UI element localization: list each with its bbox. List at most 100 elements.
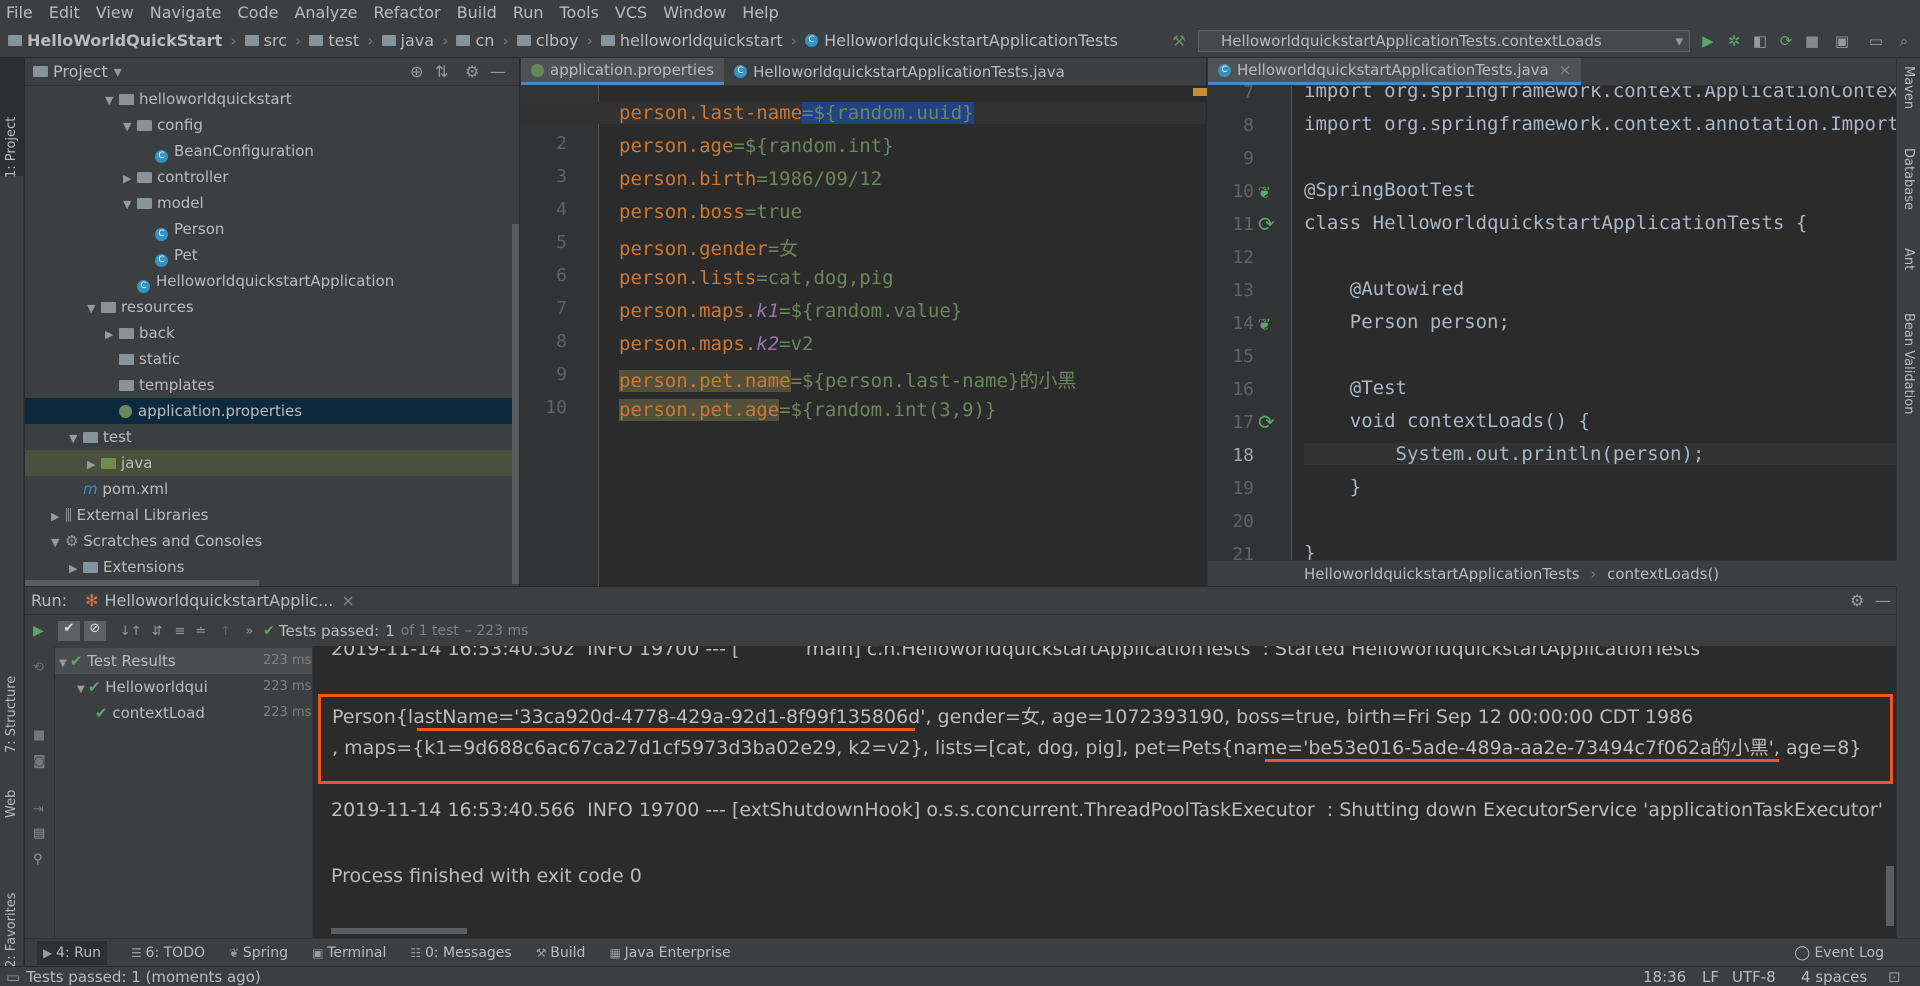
chevron-down-icon[interactable]: ▾ bbox=[114, 62, 122, 81]
collapsed-arrow-icon[interactable]: ▶ bbox=[105, 322, 119, 348]
sort-duration-icon[interactable]: ⇵ bbox=[152, 624, 163, 639]
bean-icon[interactable]: ❦ bbox=[1258, 311, 1270, 335]
tree-item-pom-xml[interactable]: m pom.xml bbox=[25, 476, 519, 502]
tool-maven[interactable]: Maven bbox=[1901, 66, 1916, 109]
collapsed-arrow-icon[interactable]: ▶ bbox=[69, 556, 83, 582]
run-config-selector[interactable]: HelloworldquickstartApplicationTests.con… bbox=[1198, 30, 1690, 52]
tool-ant[interactable]: Ant bbox=[1901, 248, 1916, 270]
bottom-tab-4-run[interactable]: ▶ 4: Run bbox=[37, 940, 107, 965]
menu-file[interactable]: File bbox=[6, 3, 33, 22]
collapse-icon[interactable]: ⇅ bbox=[435, 62, 448, 81]
crumb-method[interactable]: contextLoads() bbox=[1607, 565, 1719, 583]
menu-code[interactable]: Code bbox=[238, 3, 279, 22]
console-hscrollbar[interactable] bbox=[331, 928, 467, 934]
menu-navigate[interactable]: Navigate bbox=[150, 3, 222, 22]
tool-database[interactable]: Database bbox=[1901, 148, 1916, 210]
breadcrumb-item[interactable]: helloworldquickstart bbox=[600, 31, 783, 50]
spring-icon[interactable]: ❦ bbox=[1258, 179, 1270, 203]
tool-project[interactable]: 1: Project bbox=[4, 68, 19, 178]
more-icon[interactable]: » bbox=[245, 624, 253, 639]
tree-item-pet[interactable]: C Pet bbox=[25, 242, 519, 268]
prev-icon[interactable]: ↑ bbox=[220, 624, 231, 639]
line-separator[interactable]: LF bbox=[1702, 968, 1719, 986]
bottom-tab-6-todo[interactable]: ☰ 6: TODO bbox=[131, 945, 205, 961]
tab-application-properties[interactable]: application.properties bbox=[521, 58, 725, 85]
menu-help[interactable]: Help bbox=[742, 3, 778, 22]
breadcrumb-item[interactable]: clboy bbox=[516, 31, 578, 50]
editor1-code[interactable]: person.last-name=${random.uuid} person.ag… bbox=[521, 86, 1206, 586]
run-tab[interactable]: HelloworldquickstartApplic... bbox=[104, 591, 333, 610]
caret-position[interactable]: 18:36 bbox=[1643, 968, 1686, 986]
expanded-arrow-icon[interactable]: ▼ bbox=[51, 530, 65, 556]
tree-item-application-properties[interactable]: application.properties bbox=[25, 398, 519, 424]
menu-build[interactable]: Build bbox=[457, 3, 497, 22]
tab-tests-java-active[interactable]: C HelloworldquickstartApplicationTests.j… bbox=[1208, 56, 1582, 85]
crumb-class[interactable]: HelloworldquickstartApplicationTests bbox=[1304, 565, 1580, 583]
bottom-tab-0-messages[interactable]: ☷ 0: Messages bbox=[410, 945, 511, 961]
tree-item-static[interactable]: static bbox=[25, 346, 519, 372]
show-passed-icon[interactable]: ✔ bbox=[57, 621, 80, 641]
tree-item-person[interactable]: C Person bbox=[25, 216, 519, 242]
hide-icon[interactable]: — bbox=[1875, 591, 1891, 610]
search-everywhere-icon[interactable]: ⌕ bbox=[1896, 33, 1912, 49]
tree-item-extensions[interactable]: ▶ Extensions bbox=[25, 554, 519, 580]
console-output[interactable]: 2019-11-14 16:53:40.302 INFO 19700 --- [… bbox=[313, 646, 1896, 938]
run-test-icon[interactable]: ⟳ bbox=[1258, 212, 1275, 236]
bottom-tab-spring[interactable]: ❦ Spring bbox=[229, 945, 288, 961]
bottom-tab-build[interactable]: ⚒ Build bbox=[536, 945, 586, 961]
stop-icon[interactable]: ■ bbox=[33, 728, 45, 743]
breadcrumb-item[interactable]: src bbox=[244, 31, 287, 50]
expand-all-icon[interactable]: ≡ bbox=[174, 624, 185, 639]
tool-bean-validation[interactable]: Bean Validation bbox=[1901, 313, 1916, 414]
breadcrumb-item[interactable]: C HelloworldquickstartApplicationTests bbox=[805, 31, 1118, 50]
rerun-icon[interactable]: ▶ bbox=[33, 623, 44, 639]
tab-tests-java[interactable]: C HelloworldquickstartApplicationTests.j… bbox=[724, 58, 1075, 85]
layout-icon[interactable]: ▭ bbox=[1868, 33, 1884, 49]
test-tree-item[interactable]: ✔ contextLoad 223 ms bbox=[55, 700, 312, 726]
editor2-code[interactable]: import org.springframework.context.Appli… bbox=[1304, 86, 1896, 560]
event-log[interactable]: ◯ Event Log bbox=[1794, 945, 1884, 961]
tool-structure[interactable]: 7: Structure bbox=[4, 613, 19, 753]
collapsed-arrow-icon[interactable]: ▶ bbox=[51, 504, 65, 530]
breadcrumb-item[interactable]: java bbox=[381, 31, 434, 50]
menu-edit[interactable]: Edit bbox=[49, 3, 80, 22]
tree-item-external-libraries[interactable]: ▶ ⫼ External Libraries bbox=[25, 502, 519, 528]
tree-item-model[interactable]: ▼ model bbox=[25, 190, 519, 216]
file-encoding[interactable]: UTF-8 bbox=[1732, 968, 1776, 986]
layout-icon[interactable]: ▤ bbox=[33, 826, 45, 841]
menu-tools[interactable]: Tools bbox=[560, 3, 599, 22]
gear-icon[interactable]: ⚙ bbox=[465, 62, 479, 81]
tree-item-scratches-and-consoles[interactable]: ▼ ⚙ Scratches and Consoles bbox=[25, 528, 519, 554]
close-icon[interactable]: × bbox=[1559, 56, 1572, 84]
project-title[interactable]: Project bbox=[53, 62, 108, 81]
expanded-arrow-icon[interactable]: ▼ bbox=[105, 88, 119, 114]
tree-item-helloworldquickstart[interactable]: ▼ helloworldquickstart bbox=[25, 86, 519, 112]
breadcrumb-item[interactable]: HelloWorldQuickStart bbox=[8, 31, 222, 50]
profile-icon[interactable]: ⟳ bbox=[1778, 33, 1794, 49]
tree-item-helloworldquickstartapplication[interactable]: C HelloworldquickstartApplication bbox=[25, 268, 519, 294]
vertical-scrollbar[interactable] bbox=[512, 224, 519, 584]
tree-item-beanconfiguration[interactable]: C BeanConfiguration bbox=[25, 138, 519, 164]
rerun-failed-icon[interactable]: ⟲ bbox=[33, 660, 44, 675]
expanded-arrow-icon[interactable]: ▼ bbox=[69, 426, 83, 452]
bottom-tab-terminal[interactable]: ▣ Terminal bbox=[312, 945, 386, 961]
tree-item-controller[interactable]: ▶ controller bbox=[25, 164, 519, 190]
lock-icon[interactable]: ⊡ bbox=[1888, 968, 1901, 986]
debug-icon[interactable]: ✲ bbox=[1726, 33, 1742, 49]
menu-run[interactable]: Run bbox=[513, 3, 544, 22]
build-icon[interactable]: ⚒ bbox=[1171, 33, 1187, 49]
tree-item-back[interactable]: ▶ back bbox=[25, 320, 519, 346]
menu-view[interactable]: View bbox=[96, 3, 134, 22]
tool-favorites[interactable]: 2: Favorites bbox=[4, 848, 19, 968]
tree-item-java[interactable]: ▶ java bbox=[25, 450, 519, 476]
menu-vcs[interactable]: VCS bbox=[615, 3, 647, 22]
gear-icon[interactable]: ⚙ bbox=[1850, 591, 1864, 610]
tree-item-templates[interactable]: templates bbox=[25, 372, 519, 398]
run-test-icon[interactable]: ⟳ bbox=[1258, 410, 1275, 434]
project-structure-icon[interactable]: ▣ bbox=[1834, 33, 1850, 49]
bottom-tab-java-enterprise[interactable]: ▦ Java Enterprise bbox=[609, 945, 730, 961]
menu-window[interactable]: Window bbox=[663, 3, 726, 22]
collapsed-arrow-icon[interactable]: ▶ bbox=[123, 166, 137, 192]
expanded-arrow-icon[interactable]: ▼ bbox=[123, 192, 137, 218]
expanded-arrow-icon[interactable]: ▼ bbox=[87, 296, 101, 322]
